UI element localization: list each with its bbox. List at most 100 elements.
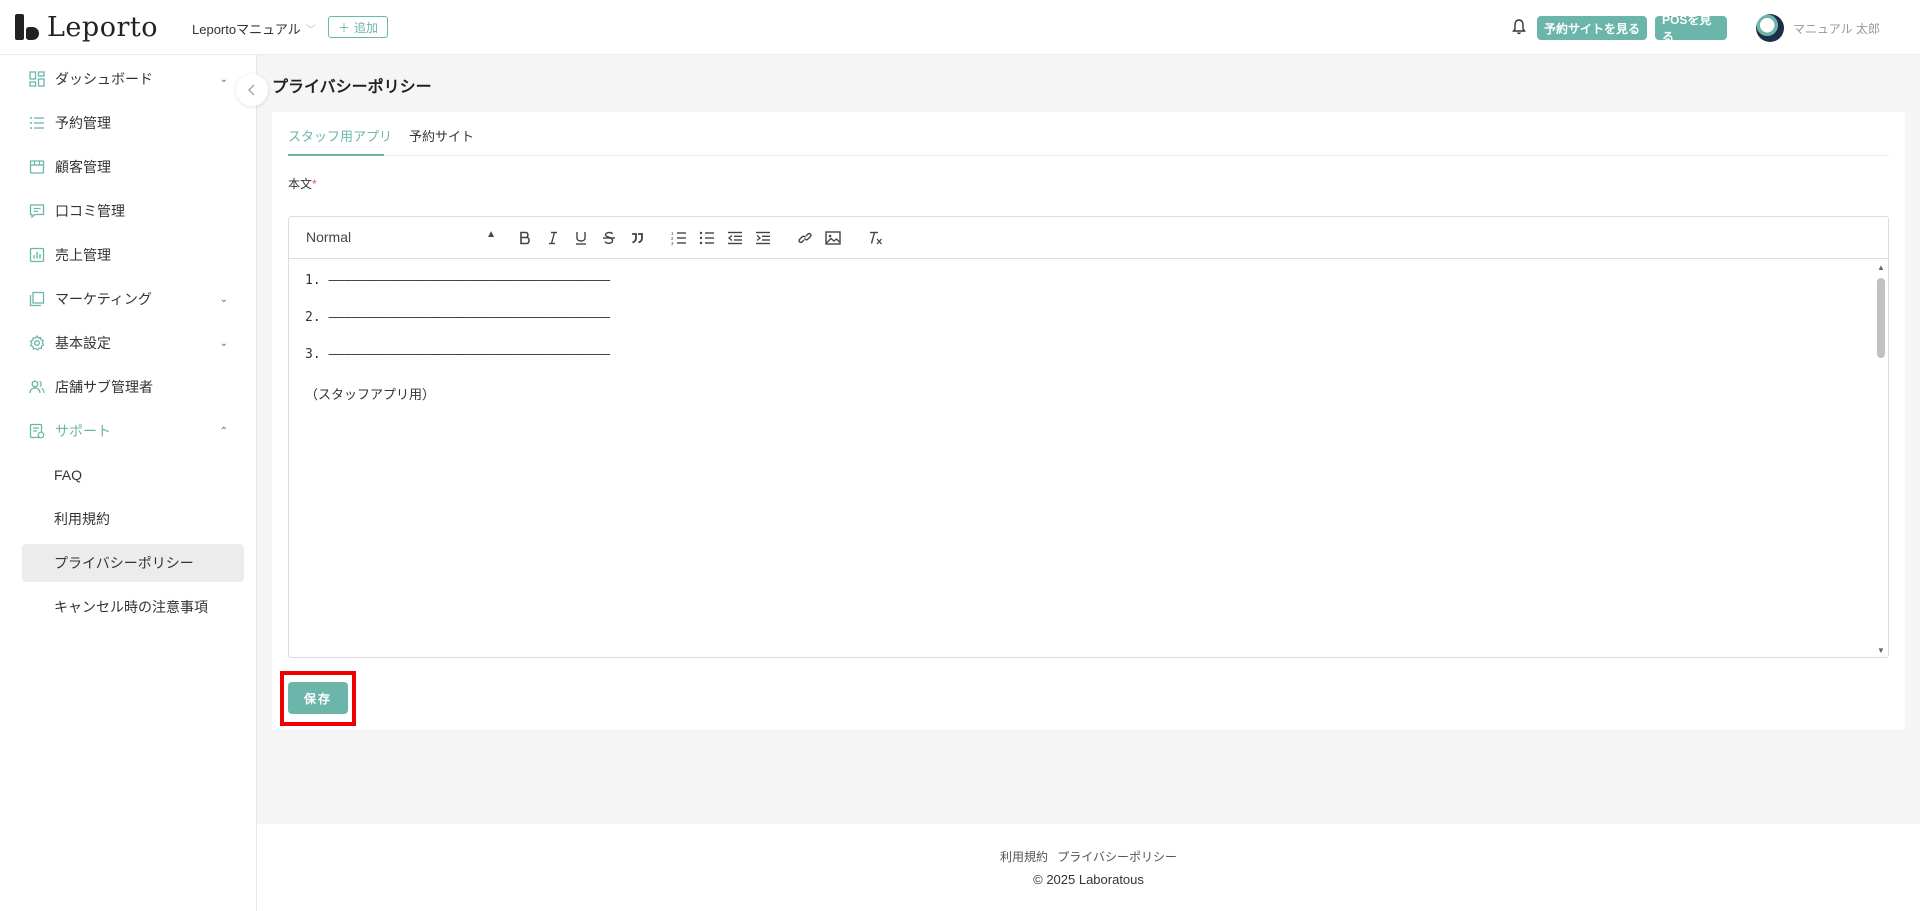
sidebar-subitem-terms[interactable]: 利用規約	[22, 500, 244, 538]
tab-staff-app[interactable]: スタッフ用アプリ	[288, 126, 392, 145]
sidebar-item-sales[interactable]: 売上管理	[28, 243, 228, 267]
rich-text-editor[interactable]: Normal ▲ 123 1. ————————————————————————…	[288, 216, 1889, 658]
sidebar-item-label: 予約管理	[55, 115, 111, 131]
sidebar-item-label: 売上管理	[55, 247, 111, 263]
sidebar: ダッシュボード ⌄ 予約管理 顧客管理 口コミ管理 売上管理 マーケティング ⌄…	[0, 55, 257, 911]
bell-icon[interactable]	[1512, 19, 1526, 35]
sidebar-item-label: ダッシュボード	[55, 71, 153, 87]
content-line: 3. ————————————————————————————————————	[305, 347, 611, 362]
store-name: Leportoマニュアル	[192, 22, 301, 37]
list-icon	[28, 114, 46, 132]
image-button[interactable]	[823, 228, 843, 248]
view-reserve-site-button[interactable]: 予約サイトを見る	[1537, 16, 1647, 40]
user-name[interactable]: マニュアル 太郎	[1793, 20, 1880, 37]
bullet-list-button[interactable]	[697, 228, 717, 248]
add-button-label: 追加	[354, 20, 379, 35]
sidebar-item-reservations[interactable]: 予約管理	[28, 111, 228, 135]
store-selector[interactable]: Leportoマニュアル ﹀	[192, 19, 316, 38]
copyright-text: 2025 Laboratous	[1046, 872, 1144, 887]
indent-icon	[756, 231, 770, 245]
content-line: 2. ————————————————————————————————————	[305, 310, 611, 325]
blockquote-button[interactable]	[627, 228, 647, 248]
sidebar-item-label: 基本設定	[55, 335, 111, 351]
chevron-down-icon: ⌄	[219, 73, 228, 85]
link-icon	[798, 232, 812, 244]
users-icon	[28, 378, 46, 396]
underline-button[interactable]	[571, 228, 591, 248]
bold-icon	[520, 231, 530, 245]
sidebar-item-reviews[interactable]: 口コミ管理	[28, 199, 228, 223]
underline-icon	[576, 232, 586, 245]
sidebar-item-label: サポート	[55, 423, 111, 439]
select-arrows-icon: ▲	[486, 229, 496, 240]
sidebar-subitem-cancellation-notes[interactable]: キャンセル時の注意事項	[22, 588, 244, 626]
sidebar-item-label: マーケティング	[55, 291, 152, 307]
sidebar-item-sub-admins[interactable]: 店舗サブ管理者	[28, 375, 228, 399]
scrollbar-thumb[interactable]	[1877, 278, 1885, 358]
layers-icon	[28, 290, 46, 308]
sidebar-item-support[interactable]: サポート ⌃	[28, 419, 228, 443]
top-header: Leporto Leportoマニュアル ﹀ ＋ 追加 予約サイトを見る POS…	[0, 0, 1920, 55]
clear-format-button[interactable]	[865, 228, 885, 248]
bar-chart-icon	[28, 246, 46, 264]
ordered-list-icon: 123	[671, 231, 686, 245]
italic-button[interactable]	[543, 228, 563, 248]
outdent-icon	[727, 231, 742, 245]
tab-reserve-site[interactable]: 予約サイト	[409, 126, 474, 145]
save-button[interactable]: 保存	[288, 682, 348, 714]
clear-format-icon	[870, 231, 882, 245]
copyright: © 2025 Laboratous	[257, 872, 1920, 887]
bold-button[interactable]	[515, 228, 535, 248]
sidebar-subitem-privacy-policy[interactable]: プライバシーポリシー	[22, 544, 244, 582]
ordered-list-button[interactable]: 123	[669, 228, 689, 248]
content-line: 1. ————————————————————————————————————	[305, 273, 611, 288]
add-button[interactable]: ＋ 追加	[328, 16, 388, 38]
sidebar-item-label: 店舗サブ管理者	[55, 379, 153, 395]
sidebar-item-customers[interactable]: 顧客管理	[28, 155, 228, 179]
footer-link-privacy[interactable]: プライバシーポリシー	[1057, 850, 1177, 864]
sidebar-item-label: 口コミ管理	[55, 203, 125, 219]
scroll-down-icon[interactable]: ▼	[1877, 646, 1885, 655]
view-pos-button[interactable]: POSを見る	[1655, 13, 1727, 44]
footer: 利用規約 プライバシーポリシー © 2025 Laboratous	[257, 824, 1920, 911]
copyright-icon: ©	[1033, 872, 1043, 887]
chevron-down-icon: ⌄	[219, 293, 228, 305]
required-mark: *	[312, 177, 317, 191]
bullet-list-icon	[699, 231, 714, 245]
strikethrough-icon	[603, 231, 615, 244]
sidebar-item-settings[interactable]: 基本設定 ⌄	[28, 331, 228, 355]
scroll-up-icon[interactable]: ▲	[1877, 263, 1885, 272]
tab-bar: スタッフ用アプリ 予約サイト	[288, 112, 1889, 156]
active-tab-indicator	[288, 154, 384, 156]
format-select-value: Normal	[306, 229, 352, 245]
editor-scrollbar[interactable]: ▲ ▼	[1874, 259, 1888, 657]
italic-icon	[549, 231, 557, 245]
indent-button[interactable]	[753, 228, 773, 248]
editor-content[interactable]: 1. ———————————————————————————————————— …	[305, 273, 610, 421]
chevron-down-icon: ⌄	[219, 337, 228, 349]
sidebar-subitem-faq[interactable]: FAQ	[22, 456, 244, 494]
page-title: プライバシーポリシー	[272, 79, 432, 96]
chevron-up-icon: ⌃	[219, 425, 228, 437]
gear-icon	[28, 334, 46, 352]
avatar[interactable]	[1756, 14, 1784, 42]
content-card: スタッフ用アプリ 予約サイト 本文* Normal ▲ 1 2 3 1. ———…	[272, 112, 1905, 730]
sidebar-item-marketing[interactable]: マーケティング ⌄	[28, 287, 228, 311]
image-icon	[825, 231, 841, 245]
sidebar-collapse-button[interactable]	[236, 74, 268, 106]
footer-link-terms[interactable]: 利用規約	[1000, 850, 1048, 864]
logo-text: Leporto	[47, 11, 158, 43]
link-button[interactable]	[795, 228, 815, 248]
chevron-left-icon	[247, 84, 255, 96]
strike-button[interactable]	[599, 228, 619, 248]
store-icon	[28, 158, 46, 176]
format-select[interactable]: Normal ▲	[306, 229, 496, 245]
logo[interactable]: Leporto	[15, 10, 158, 44]
body-field-label: 本文*	[288, 177, 317, 191]
plus-icon: ＋	[337, 20, 350, 35]
sidebar-item-label: 顧客管理	[55, 159, 111, 175]
support-icon	[28, 422, 46, 440]
sidebar-item-dashboard[interactable]: ダッシュボード ⌄	[28, 67, 228, 91]
outdent-button[interactable]	[725, 228, 745, 248]
logo-mark-icon	[15, 14, 39, 40]
